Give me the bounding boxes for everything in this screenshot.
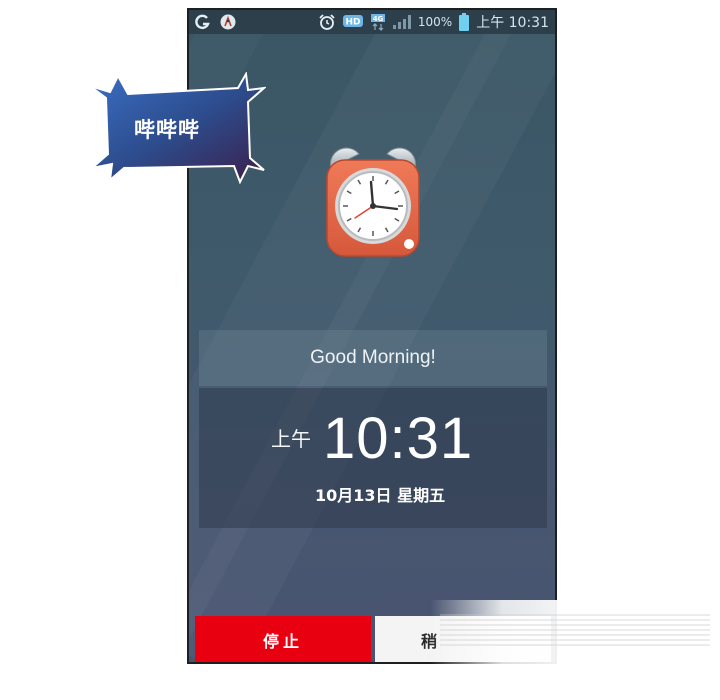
svg-text:HD: HD xyxy=(345,18,360,28)
am-pm-label: 上午 xyxy=(271,427,311,451)
alarm-time-panel: 上午 10:31 10月13日 星期五 xyxy=(199,388,547,528)
sticker-text: 哔哔哔 xyxy=(134,118,200,142)
alarm-date: 10月13日 星期五 xyxy=(315,486,446,505)
4g-network-icon: 4G xyxy=(370,13,386,31)
alarm-time: 10:31 xyxy=(323,406,474,471)
beep-sticker: 哔哔哔 xyxy=(88,70,268,185)
alarm-clock-illustration-icon xyxy=(326,147,420,257)
greeting-banner: Good Morning! xyxy=(199,330,547,386)
carrier-g-icon xyxy=(195,14,211,30)
hd-voice-icon: HD xyxy=(342,14,364,30)
signal-strength-icon xyxy=(392,14,412,30)
greeting-text: Good Morning! xyxy=(310,347,436,368)
status-bar: HD 4G 100% 上午 10:31 xyxy=(189,10,555,34)
status-clock: 上午 10:31 xyxy=(476,15,549,31)
battery-icon xyxy=(458,13,470,31)
stop-button[interactable]: 停止 xyxy=(195,616,371,662)
app-notification-icon xyxy=(219,13,237,31)
watermark-fade-overlay xyxy=(430,600,720,664)
svg-text:4G: 4G xyxy=(373,15,384,23)
screenshot-stage: HD 4G 100% 上午 10:31 Good Morning! 上午 10:… xyxy=(0,0,720,700)
alarm-clock-icon xyxy=(318,13,336,31)
battery-percent: 100% xyxy=(417,15,453,29)
